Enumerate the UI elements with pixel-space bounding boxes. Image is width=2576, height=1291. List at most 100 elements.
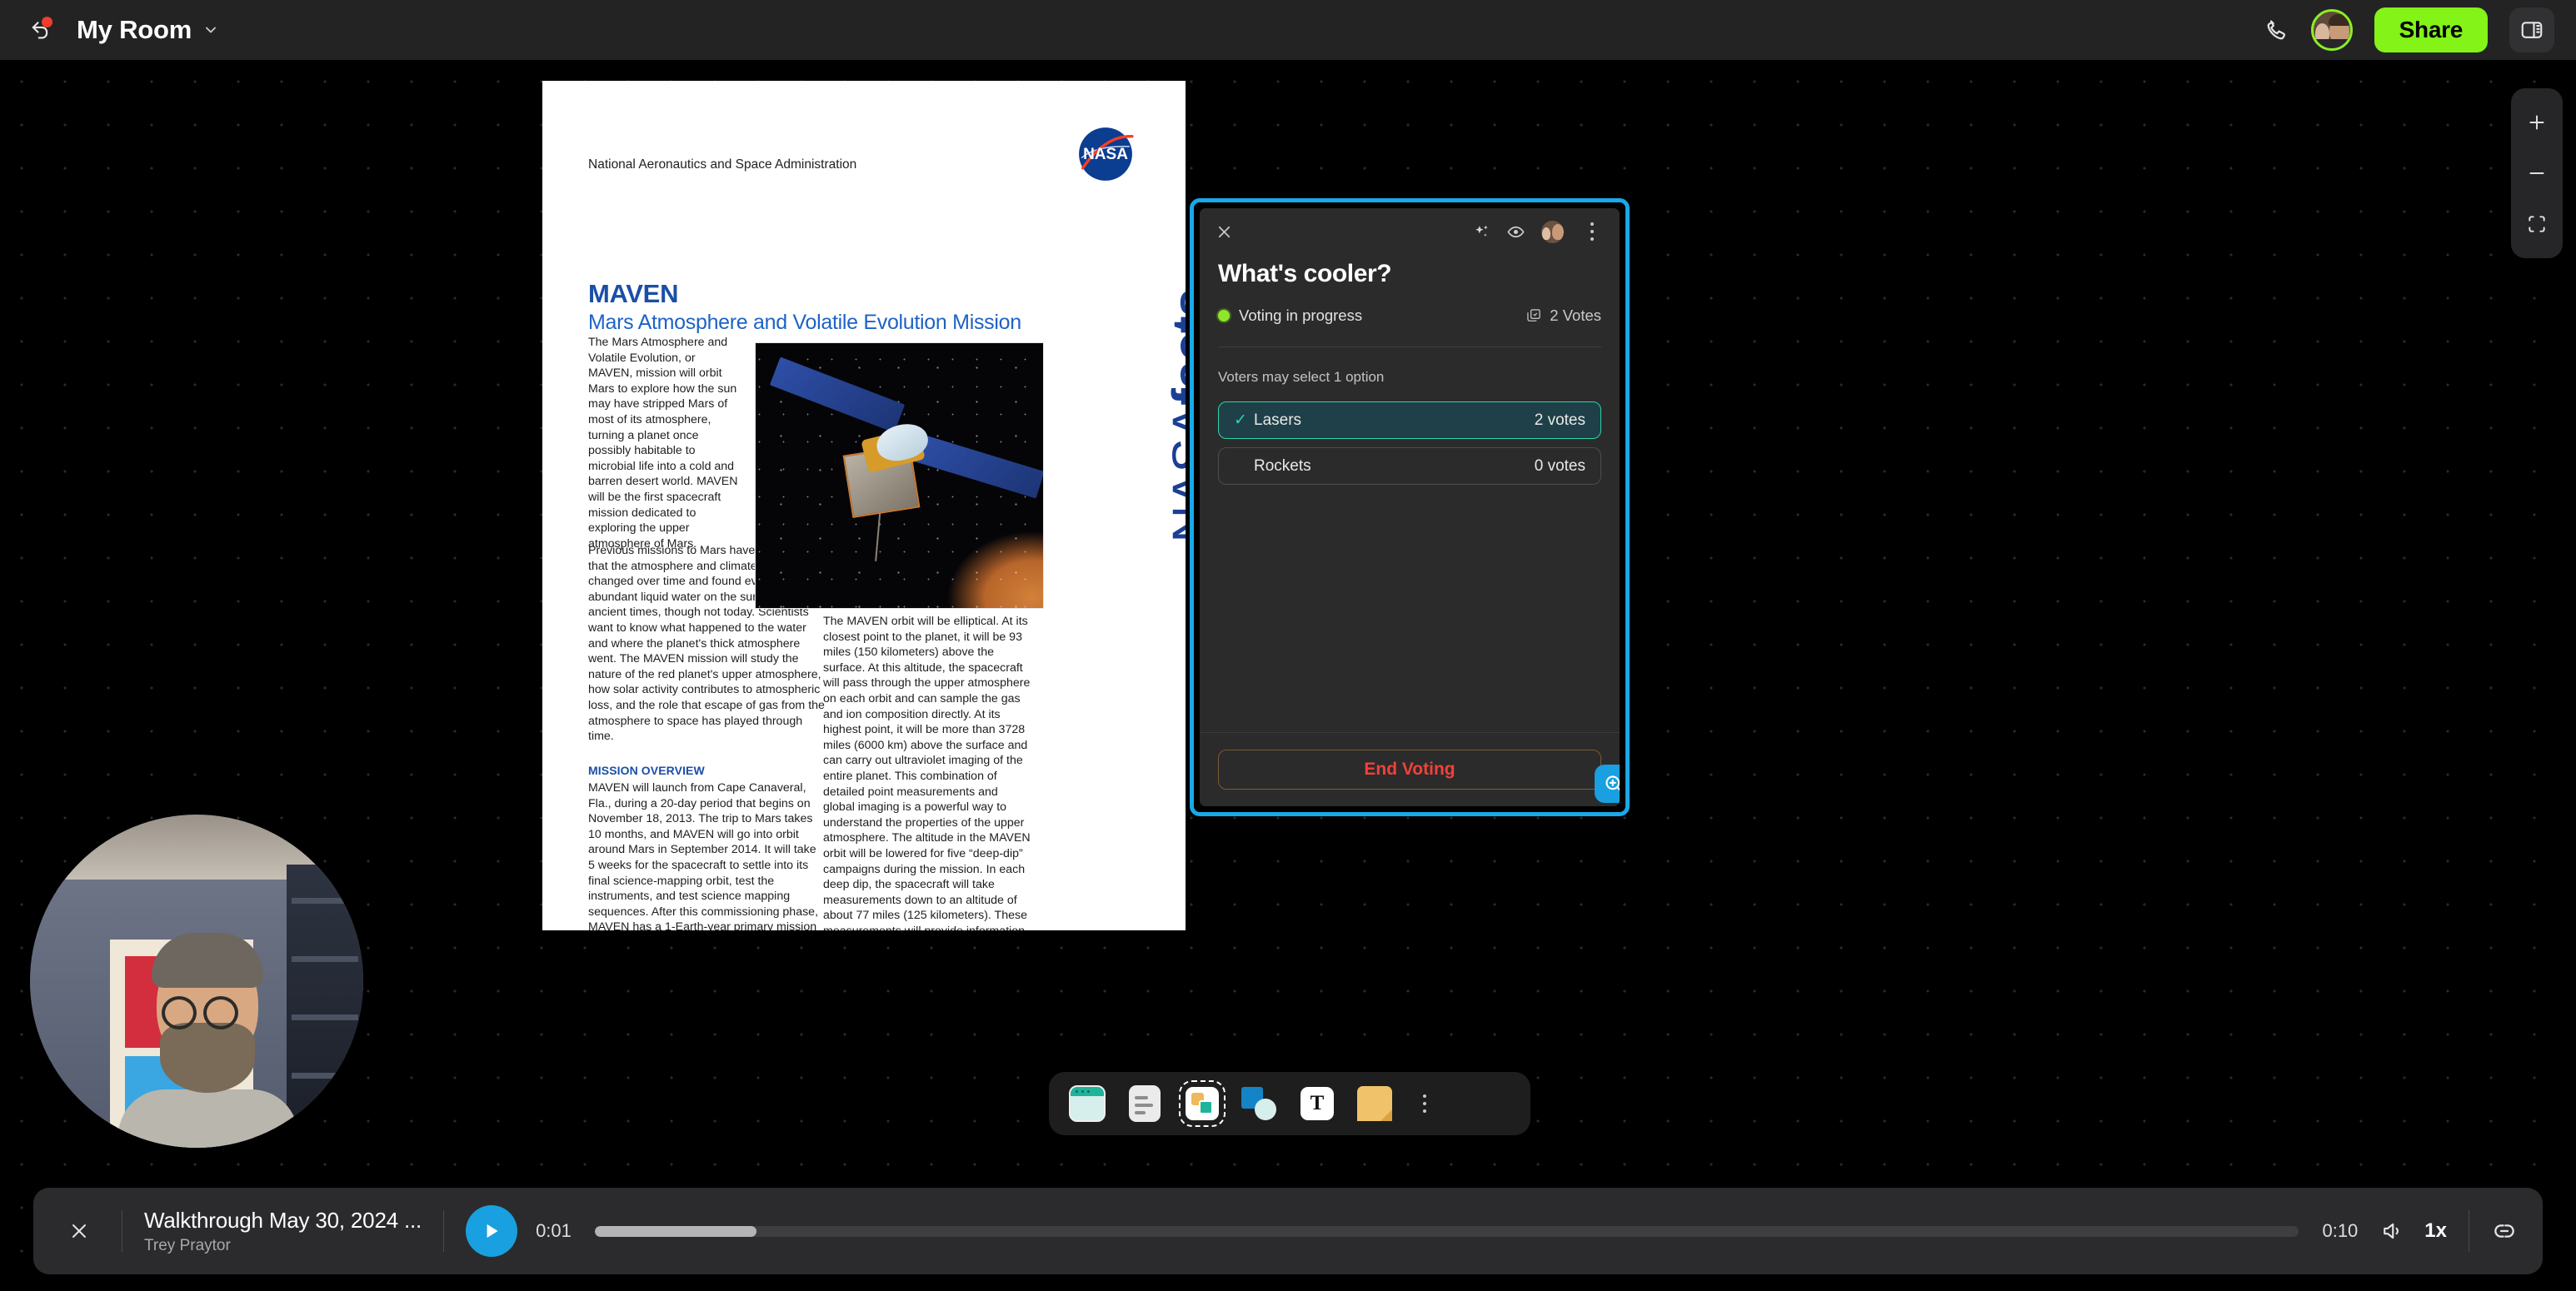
poll-status-text: Voting in progress	[1239, 307, 1363, 324]
shapes-icon	[1241, 1085, 1278, 1122]
poll-vote-total: 2 Votes	[1525, 307, 1601, 325]
tool-sticky-note[interactable]	[1355, 1084, 1395, 1124]
document-paragraph-1: The Mars Atmosphere and Volatile Evoluti…	[588, 336, 738, 551]
play-button[interactable]	[466, 1205, 518, 1257]
plus-icon	[2529, 115, 2544, 130]
browser-window-icon	[1069, 1085, 1106, 1122]
end-voting-button[interactable]: End Voting	[1218, 750, 1601, 790]
player-duration: 0:10	[2322, 1220, 2359, 1241]
poll-option-label: Lasers	[1254, 411, 1302, 429]
share-button[interactable]: Share	[2374, 7, 2488, 52]
player-divider-right	[443, 1210, 445, 1252]
document-subtitle: Mars Atmosphere and Volatile Evolution M…	[588, 311, 1021, 334]
room-menu-chevron[interactable]	[202, 22, 219, 38]
poll-more-button[interactable]	[1580, 221, 1605, 243]
poll-footer: End Voting	[1200, 732, 1620, 806]
app-root: My Room Share National Aeronautics and S…	[0, 0, 2576, 1291]
call-button[interactable]	[2264, 17, 2289, 43]
poll-option-votes: 2 votes	[1534, 411, 1585, 429]
poll-header-actions	[1473, 220, 1605, 243]
poll-ai-button[interactable]	[1473, 223, 1490, 241]
player-current-time: 0:01	[536, 1220, 572, 1241]
tool-browser-window[interactable]	[1067, 1084, 1107, 1124]
poll-close-button[interactable]	[1215, 222, 1234, 242]
phone-icon	[2267, 19, 2285, 39]
nasafacts-wordmark: NASAfacts	[1162, 289, 1186, 543]
zoom-in-icon	[1605, 775, 1620, 791]
sticky-note-icon	[1357, 1086, 1392, 1121]
text-tool-icon: T	[1300, 1087, 1334, 1120]
poll-panel: What's cooler? Voting in progress 2 Vote…	[1200, 208, 1620, 806]
room-title: My Room	[77, 15, 192, 44]
player-progress-fill	[594, 1225, 757, 1237]
document-list-icon	[1129, 1085, 1161, 1122]
status-indicator-dot	[1218, 310, 1230, 322]
poll-vote-total-text: 2 Votes	[1550, 307, 1601, 324]
visibility-eye-icon	[1507, 226, 1525, 237]
close-icon	[1218, 226, 1231, 237]
toolbar-more-button[interactable]	[1412, 1084, 1437, 1124]
poll-question: What's cooler?	[1218, 260, 1392, 287]
poll-status-row: Voting in progress 2 Votes	[1218, 307, 1601, 346]
fit-to-screen-icon	[2529, 216, 2545, 232]
volume-button[interactable]	[2379, 1219, 2404, 1244]
avatar[interactable]	[2310, 9, 2353, 51]
zoom-controls	[2511, 88, 2563, 258]
top-bar-actions: Share	[2264, 7, 2554, 52]
close-icon	[72, 1224, 86, 1238]
play-icon	[487, 1224, 498, 1239]
copy-link-button[interactable]	[2491, 1218, 2518, 1244]
player-track-meta: Walkthrough May 30, 2024 ... Trey Prayto…	[144, 1208, 422, 1255]
player-close-button[interactable]	[58, 1210, 100, 1252]
tool-shapes[interactable]	[1240, 1084, 1280, 1124]
side-panel-icon	[2521, 22, 2543, 38]
tool-document-list[interactable]	[1125, 1084, 1165, 1124]
poll-options-hint: Voters may select 1 option	[1218, 369, 1385, 385]
canvas[interactable]: National Aeronautics and Space Administr…	[0, 60, 2576, 1291]
notification-dot	[42, 17, 52, 27]
document-paragraph-4: The MAVEN orbit will be elliptical. At i…	[823, 615, 1031, 930]
maven-spacecraft-image	[756, 343, 1043, 608]
poll-options: Voters may select 1 option ✓ Lasers 2 vo…	[1200, 347, 1620, 732]
poll-header	[1200, 208, 1620, 255]
nasafacts-bold: facts	[1163, 289, 1186, 406]
volume-icon	[2384, 1223, 2399, 1239]
player-progress-bar[interactable]	[594, 1225, 2299, 1237]
poll-zoom-button[interactable]	[1595, 765, 1620, 803]
poll-owner-avatar[interactable]	[1541, 220, 1564, 243]
poll-option-lasers[interactable]: ✓ Lasers 2 votes	[1218, 401, 1601, 439]
fit-to-screen-button[interactable]	[2518, 205, 2556, 243]
presenter-video-bubble[interactable]	[30, 815, 363, 1148]
side-panel-toggle-button[interactable]	[2509, 7, 2554, 52]
nasa-meatball-logo: NASA	[1079, 127, 1134, 181]
select-frame-icon	[1186, 1087, 1219, 1120]
player-author: Trey Praytor	[144, 1236, 231, 1254]
poll-selection-frame[interactable]: What's cooler? Voting in progress 2 Vote…	[1190, 198, 1630, 816]
nasafacts-light: NASA	[1163, 405, 1186, 543]
tool-text[interactable]: T	[1297, 1084, 1337, 1124]
poll-ballot-icon	[1527, 309, 1541, 322]
poll-option-rockets[interactable]: Rockets 0 votes	[1218, 447, 1601, 485]
poll-visibility-button[interactable]	[1506, 222, 1525, 242]
chevron-down-icon	[206, 27, 217, 33]
document-title: MAVEN	[588, 279, 679, 308]
svg-text:NASA: NASA	[1083, 146, 1128, 163]
ai-sparkle-icon	[1475, 225, 1488, 237]
poll-summary: What's cooler? Voting in progress 2 Vote…	[1200, 255, 1620, 346]
agency-name: National Aeronautics and Space Administr…	[588, 157, 857, 172]
poll-option-votes: 0 votes	[1534, 456, 1585, 475]
link-icon	[2494, 1224, 2514, 1238]
document-paragraph-3: MAVEN will launch from Cape Canaveral, F…	[588, 781, 819, 930]
recording-player-bar: Walkthrough May 30, 2024 ... Trey Prayto…	[33, 1188, 2543, 1274]
zoom-in-button[interactable]	[2518, 103, 2556, 142]
creation-toolbar: T	[1049, 1072, 1530, 1135]
back-button[interactable]	[22, 12, 58, 48]
top-bar: My Room Share	[0, 0, 2576, 60]
tool-select-frame[interactable]	[1179, 1080, 1226, 1127]
nasa-fact-sheet-document[interactable]: National Aeronautics and Space Administr…	[542, 81, 1186, 930]
zoom-out-button[interactable]	[2518, 154, 2556, 192]
checkmark-icon: ✓	[1234, 411, 1247, 429]
minus-icon	[2529, 172, 2544, 174]
playback-speed-button[interactable]: 1x	[2424, 1219, 2447, 1243]
player-title: Walkthrough May 30, 2024 ...	[144, 1207, 422, 1233]
